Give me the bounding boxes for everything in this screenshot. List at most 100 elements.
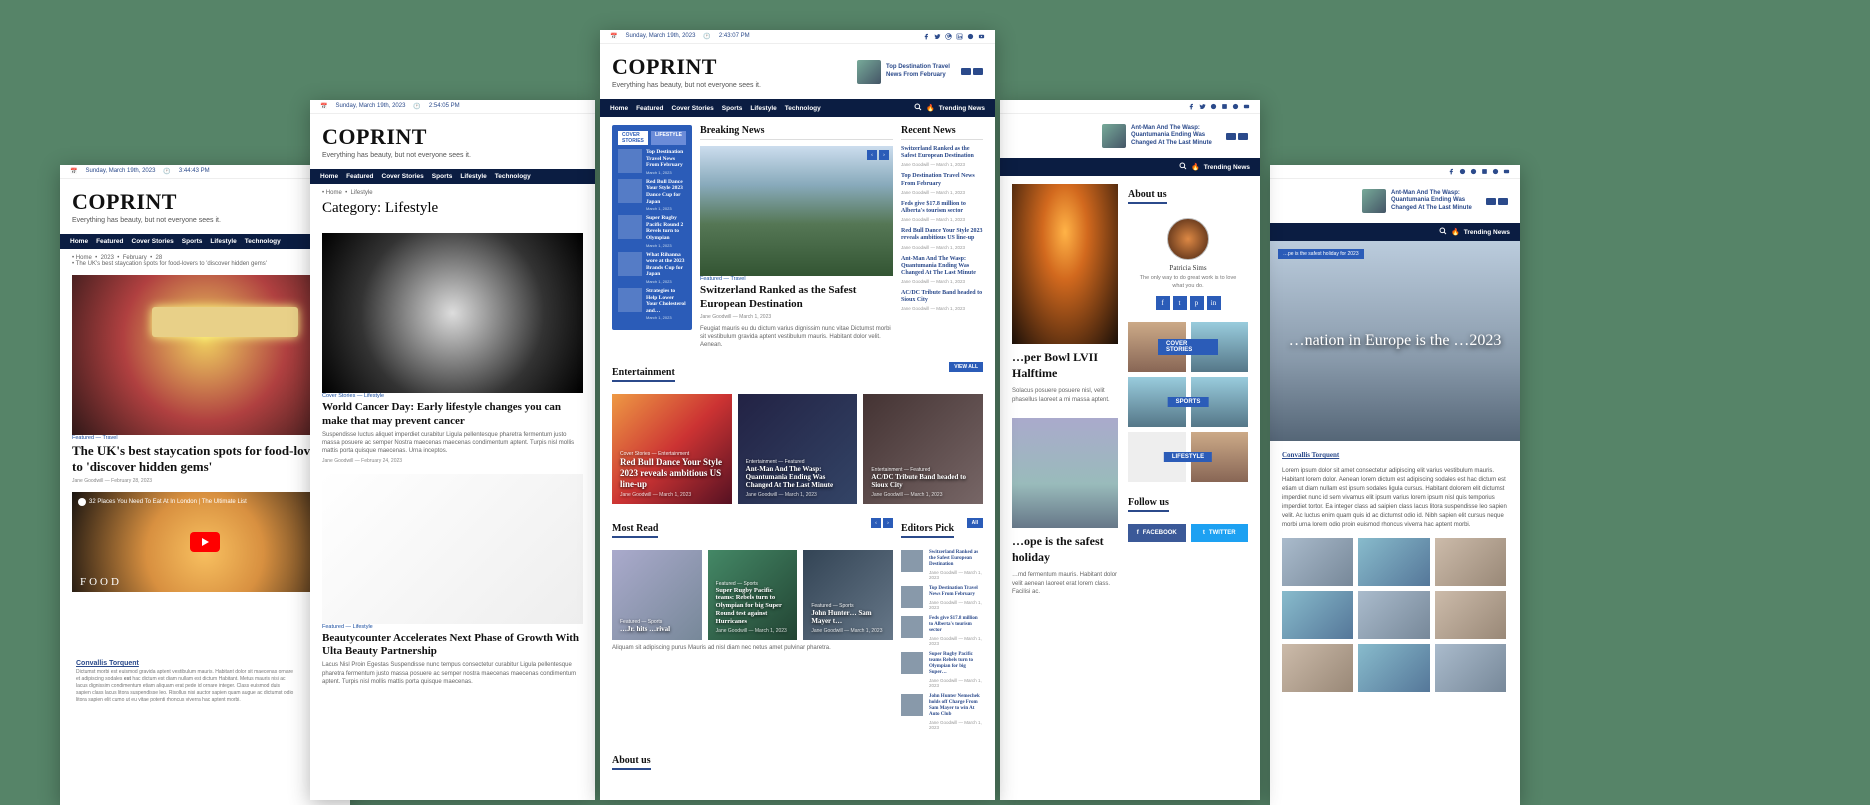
recent-item[interactable]: Red Bull Dance Your Style 2023 reveals a…: [901, 228, 983, 249]
editor-item[interactable]: Feds give $17.8 million to Alberta's tou…: [901, 616, 983, 646]
youtube-icon[interactable]: [1243, 103, 1250, 110]
youtube-icon[interactable]: [978, 33, 985, 40]
nav-item[interactable]: Technology: [495, 173, 531, 180]
nav-item[interactable]: Lifestyle: [750, 105, 776, 112]
search-icon[interactable]: [914, 103, 922, 113]
cover-item[interactable]: Strategies to Help Lower Your Cholestero…: [618, 288, 686, 320]
viewall-button[interactable]: VIEW ALL: [949, 362, 983, 372]
sidebar-title[interactable]: Convallis Torquent: [76, 660, 296, 667]
grid-image[interactable]: [1435, 644, 1506, 692]
nav-item[interactable]: Featured: [346, 173, 373, 180]
post-title[interactable]: Beautycounter Accelerates Next Phase of …: [322, 632, 583, 660]
breadcrumb-item[interactable]: Lifestyle: [351, 190, 373, 196]
grid-image[interactable]: [1282, 538, 1353, 586]
post-tags[interactable]: Featured — Lifestyle: [322, 624, 583, 630]
nav-item[interactable]: Home: [70, 238, 88, 245]
nav-item[interactable]: Featured: [636, 105, 663, 112]
grid-image[interactable]: [1358, 644, 1429, 692]
grid-image[interactable]: [1435, 591, 1506, 639]
ent-card[interactable]: Cover Stories — Entertainment Red Bull D…: [612, 394, 732, 504]
pinterest-icon[interactable]: p: [1190, 296, 1204, 310]
all-button[interactable]: All: [967, 518, 983, 528]
play-icon[interactable]: [190, 532, 220, 552]
twitter-button[interactable]: tTWITTER: [1191, 524, 1249, 542]
post-tags[interactable]: Featured — Travel: [72, 435, 338, 441]
nav-item[interactable]: Sports: [182, 238, 203, 245]
nav-item[interactable]: Lifestyle: [460, 173, 486, 180]
prev-icon[interactable]: ‹: [867, 150, 877, 160]
ad-nav-next[interactable]: [973, 68, 983, 75]
cover-item[interactable]: Super Rugby Pacific Round 2 Revels turn …: [618, 215, 686, 247]
mr-card[interactable]: Featured — SportsJohn Hunter… Sam Mayer …: [803, 550, 893, 640]
post-title[interactable]: …ope is the safest holiday: [1012, 534, 1118, 565]
cover-item[interactable]: Red Bull Dance Your Style 2023 Dance Cup…: [618, 179, 686, 211]
editor-item[interactable]: Top Destination Travel News From Februar…: [901, 586, 983, 610]
twitter-icon[interactable]: [934, 33, 941, 40]
twitter-icon[interactable]: [1199, 103, 1206, 110]
next-icon[interactable]: ›: [879, 150, 889, 160]
post-image[interactable]: [1012, 418, 1118, 528]
skype-icon[interactable]: [967, 33, 974, 40]
trending-label[interactable]: Trending News: [939, 105, 985, 112]
facebook-icon[interactable]: [1448, 168, 1455, 175]
recent-item[interactable]: Top Destination Travel News From Februar…: [901, 173, 983, 194]
header-ad[interactable]: Ant-Man And The Wasp: Quantumania Ending…: [1362, 189, 1508, 213]
brand-title[interactable]: COPRINT: [322, 124, 471, 150]
skype-icon[interactable]: [1232, 103, 1239, 110]
ad-nav-prev[interactable]: [961, 68, 971, 75]
post-tags[interactable]: Cover Stories — Lifestyle: [322, 393, 583, 399]
youtube-icon[interactable]: [1503, 168, 1510, 175]
grid-image[interactable]: [1282, 591, 1353, 639]
post-title[interactable]: World Cancer Day: Early lifestyle change…: [322, 401, 583, 429]
trending-label[interactable]: Trending News: [1204, 164, 1250, 171]
nav-item[interactable]: Cover Stories: [132, 238, 174, 245]
post-image[interactable]: [322, 474, 583, 624]
mr-card[interactable]: Featured — Sports…Jr. hits …rival: [612, 550, 702, 640]
grid-image[interactable]: [1282, 644, 1353, 692]
grid-image[interactable]: [1435, 538, 1506, 586]
cover-tag[interactable]: LIFESTYLE: [651, 131, 686, 145]
post-tags[interactable]: Featured — Travel: [700, 276, 893, 282]
hero-image[interactable]: ‹›: [700, 146, 893, 276]
linkedin-icon[interactable]: [1221, 103, 1228, 110]
search-icon[interactable]: [1179, 162, 1187, 172]
editor-item[interactable]: Super Rugby Pacific teams Rebels turn to…: [901, 652, 983, 688]
facebook-icon[interactable]: [923, 33, 930, 40]
recent-item[interactable]: Feds give $17.8 million to Alberta's tou…: [901, 201, 983, 222]
video-embed[interactable]: 32 Places You Need To Eat At In London |…: [72, 492, 338, 592]
trending-label[interactable]: Trending News: [1464, 229, 1510, 236]
tag-cover[interactable]: COVER STORIES: [1158, 339, 1218, 355]
nav-item[interactable]: Featured: [96, 238, 123, 245]
nav-item[interactable]: Sports: [432, 173, 453, 180]
nav-item[interactable]: Cover Stories: [672, 105, 714, 112]
ent-card[interactable]: Entertainment — Featured Ant-Man And The…: [738, 394, 858, 504]
search-icon[interactable]: [1439, 227, 1447, 237]
editor-item[interactable]: Switzerland Ranked as the Safest Europea…: [901, 550, 983, 580]
pinterest-icon[interactable]: [1210, 103, 1217, 110]
recent-item[interactable]: Ant-Man And The Wasp: Quantumania Ending…: [901, 256, 983, 285]
nav-item[interactable]: Technology: [245, 238, 281, 245]
nav-item[interactable]: Home: [320, 173, 338, 180]
twitter-icon[interactable]: t: [1173, 296, 1187, 310]
breadcrumb-item[interactable]: Home: [326, 190, 342, 196]
pinterest-icon[interactable]: [1470, 168, 1477, 175]
tag-lifestyle[interactable]: LIFESTYLE: [1164, 452, 1212, 462]
linkedin-icon[interactable]: [1481, 168, 1488, 175]
next-icon[interactable]: ›: [883, 518, 893, 528]
grid-image[interactable]: [1358, 538, 1429, 586]
recent-item[interactable]: Switzerland Ranked as the Safest Europea…: [901, 146, 983, 167]
hero-pill[interactable]: …pe is the safest holiday for 2023: [1278, 249, 1364, 259]
facebook-icon[interactable]: [1188, 103, 1195, 110]
cover-item[interactable]: What Rihanna wore at the 2023 Brands Cup…: [618, 252, 686, 284]
mr-card[interactable]: Featured — SportsSuper Rugby Pacific tea…: [708, 550, 798, 640]
linkedin-icon[interactable]: in: [1207, 296, 1221, 310]
header-ad[interactable]: Ant-Man And The Wasp: Quantumania Ending…: [1102, 124, 1248, 148]
recent-item[interactable]: AC/DC Tribute Band headed to Sioux CityJ…: [901, 290, 983, 311]
post-image[interactable]: [322, 233, 583, 393]
facebook-button[interactable]: fFACEBOOK: [1128, 524, 1186, 542]
post-title[interactable]: The UK's best staycation spots for food-…: [72, 443, 338, 476]
ad-nav-prev[interactable]: [1486, 198, 1496, 205]
facebook-icon[interactable]: f: [1156, 296, 1170, 310]
nav-item[interactable]: Home: [610, 105, 628, 112]
ent-card[interactable]: Entertainment — Featured AC/DC Tribute B…: [863, 394, 983, 504]
